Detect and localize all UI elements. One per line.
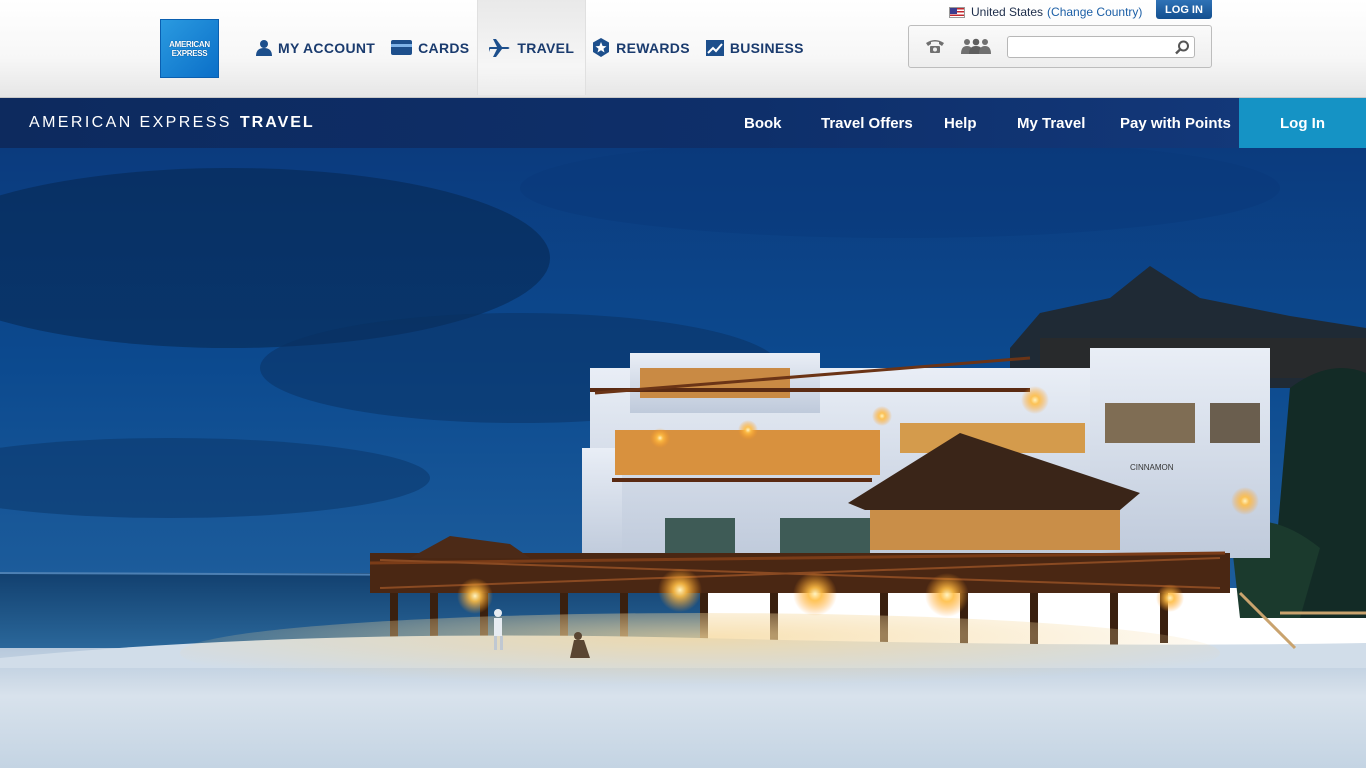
amex-logo[interactable]: AMERICAN EXPRESS: [160, 19, 219, 78]
global-header: AMERICAN EXPRESS MY ACCOUNT CARDS TRAVEL: [0, 0, 1366, 98]
people-icon[interactable]: [961, 38, 991, 54]
chart-icon: [705, 39, 724, 56]
nav-label: TRAVEL: [517, 39, 575, 56]
user-icon: [256, 39, 272, 56]
search-icon[interactable]: [1175, 40, 1190, 55]
nav-label: CARDS: [418, 39, 470, 56]
header-login-button[interactable]: LOG IN: [1156, 0, 1212, 19]
nav-my-account[interactable]: MY ACCOUNT: [246, 0, 383, 95]
card-icon: [391, 40, 413, 55]
nav-cards[interactable]: CARDS: [383, 0, 477, 95]
airplane-icon: [489, 38, 511, 58]
travel-brand-regular: AMERICAN EXPRESS: [29, 114, 232, 131]
hero-image: CINNAMON: [0, 148, 1366, 768]
phone-icon[interactable]: [925, 38, 945, 54]
travel-nav-offers[interactable]: Travel Offers: [821, 98, 913, 148]
us-flag-icon: [949, 6, 965, 18]
country-name: United States: [971, 5, 1044, 19]
logo-line-1: AMERICAN: [169, 39, 210, 49]
utility-box: [908, 25, 1212, 68]
nav-label: MY ACCOUNT: [278, 39, 376, 56]
travel-brand-bold: TRAVEL: [239, 114, 315, 131]
nav-label: BUSINESS: [729, 39, 804, 56]
travel-nav-help[interactable]: Help: [944, 98, 977, 148]
nav-travel[interactable]: TRAVEL: [477, 0, 587, 95]
travel-nav-my-travel[interactable]: My Travel: [1017, 98, 1085, 148]
travel-brand[interactable]: AMERICAN EXPRESS TRAVEL: [29, 98, 315, 148]
global-nav: MY ACCOUNT CARDS TRAVEL REWARDS BUSINESS: [246, 0, 812, 95]
beach-hotel-scene: CINNAMON: [0, 148, 1366, 768]
search-input[interactable]: [1007, 36, 1195, 58]
change-country-link[interactable]: (Change Country): [1047, 5, 1142, 19]
country-selector: United States (Change Country): [949, 5, 1142, 19]
travel-nav-pay-with-points[interactable]: Pay with Points: [1120, 98, 1231, 148]
travel-login-button[interactable]: Log In: [1239, 98, 1366, 148]
nav-business[interactable]: BUSINESS: [698, 0, 812, 95]
travel-nav-book[interactable]: Book: [744, 98, 782, 148]
hotel-sign: CINNAMON: [1130, 463, 1174, 472]
nav-rewards[interactable]: REWARDS: [586, 0, 698, 95]
star-badge-icon: [592, 38, 610, 57]
logo-line-2: EXPRESS: [171, 48, 208, 58]
nav-label: REWARDS: [616, 39, 690, 56]
